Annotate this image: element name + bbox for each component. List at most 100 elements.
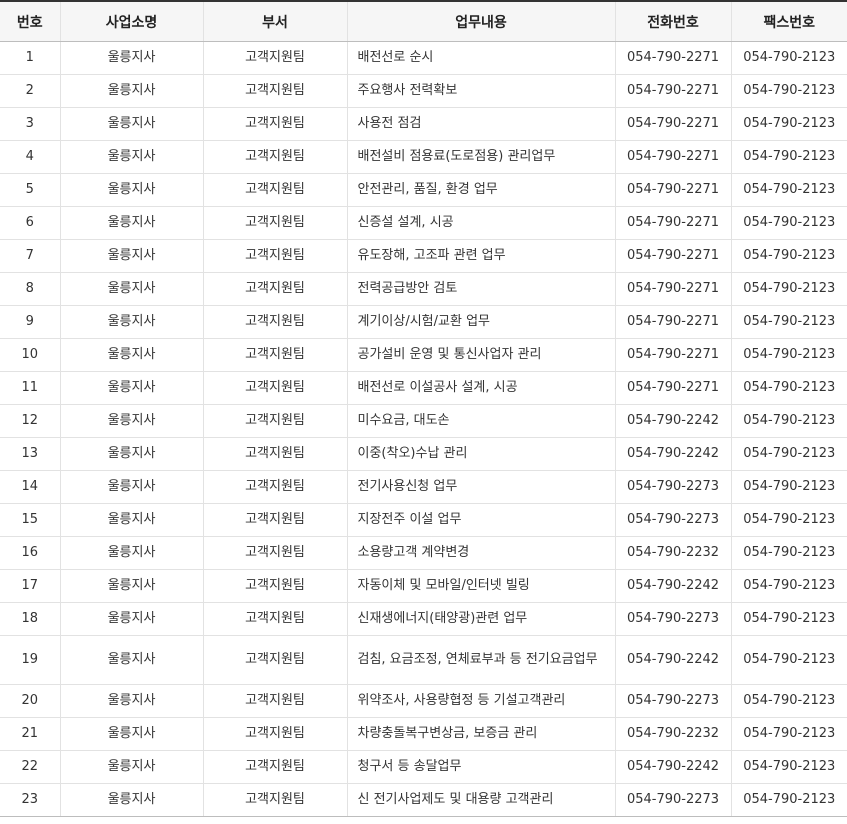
cell-department: 고객지원팀 [202, 404, 347, 438]
table-row: 6 울릉지사 고객지원팀 신증설 설계, 시공 054-790-2271 054-790-… [0, 206, 847, 240]
cell-work: 배전선로 이설공사 설계, 시공 [346, 371, 615, 405]
cell-number: 21 [0, 717, 60, 751]
header-office: 사업소명 [59, 1, 203, 42]
cell-work: 이중(착오)수납 관리 [346, 437, 615, 471]
cell-fax: 054-790-2123 [730, 107, 847, 141]
cell-number: 12 [0, 404, 60, 438]
cell-work: 사용전 점검 [346, 107, 615, 141]
cell-department: 고객지원팀 [202, 173, 347, 207]
cell-office: 울릉지사 [59, 503, 203, 537]
cell-department: 고객지원팀 [202, 305, 347, 339]
cell-work: 지장전주 이설 업무 [346, 503, 615, 537]
table-row: 3 울릉지사 고객지원팀 사용전 점검 054-790-2271 054-790-2123 [0, 107, 847, 141]
table-row: 23 울릉지사 고객지원팀 신 전기사업제도 및 대용량 고객관리 054-790-22… [0, 783, 847, 817]
table-row: 20 울릉지사 고객지원팀 위약조사, 사용량협정 등 기설고객관리 054-790-2… [0, 684, 847, 718]
cell-department: 고객지원팀 [202, 717, 347, 751]
cell-number: 10 [0, 338, 60, 372]
cell-fax: 054-790-2123 [730, 602, 847, 636]
cell-number: 22 [0, 750, 60, 784]
cell-office: 울릉지사 [59, 750, 203, 784]
cell-number: 8 [0, 272, 60, 306]
cell-department: 고객지원팀 [202, 536, 347, 570]
cell-office: 울릉지사 [59, 371, 203, 405]
cell-office: 울릉지사 [59, 684, 203, 718]
cell-fax: 054-790-2123 [730, 404, 847, 438]
cell-office: 울릉지사 [59, 206, 203, 240]
cell-number: 19 [0, 635, 60, 685]
cell-office: 울릉지사 [59, 41, 203, 75]
cell-department: 고객지원팀 [202, 602, 347, 636]
cell-fax: 054-790-2123 [730, 272, 847, 306]
cell-office: 울릉지사 [59, 74, 203, 108]
contact-table: 번호 사업소명 부서 업무내용 전화번호 팩스번호 1 울릉지사 고객지원팀 배전선로… [0, 0, 847, 817]
cell-phone: 054-790-2271 [614, 107, 731, 141]
table-body: 1 울릉지사 고객지원팀 배전선로 순시 054-790-2271 054-790-212… [0, 41, 847, 817]
table-row: 21 울릉지사 고객지원팀 차량충돌복구변상금, 보증금 관리 054-790-2232… [0, 717, 847, 751]
cell-department: 고객지원팀 [202, 569, 347, 603]
cell-office: 울릉지사 [59, 536, 203, 570]
table-row: 14 울릉지사 고객지원팀 전기사용신청 업무 054-790-2273 054-790-… [0, 470, 847, 504]
cell-phone: 054-790-2271 [614, 173, 731, 207]
table-row: 12 울릉지사 고객지원팀 미수요금, 대도손 054-790-2242 054-790-… [0, 404, 847, 438]
cell-number: 4 [0, 140, 60, 174]
cell-phone: 054-790-2242 [614, 750, 731, 784]
table-row: 5 울릉지사 고객지원팀 안전관리, 품질, 환경 업무 054-790-2271 054… [0, 173, 847, 207]
table-row: 7 울릉지사 고객지원팀 유도장해, 고조파 관련 업무 054-790-2271 054… [0, 239, 847, 273]
table-header-row: 번호 사업소명 부서 업무내용 전화번호 팩스번호 [0, 1, 847, 42]
cell-office: 울릉지사 [59, 305, 203, 339]
table-row: 16 울릉지사 고객지원팀 소용량고객 계약변경 054-790-2232 054-790… [0, 536, 847, 570]
table-row: 22 울릉지사 고객지원팀 청구서 등 송달업무 054-790-2242 054-790… [0, 750, 847, 784]
cell-department: 고객지원팀 [202, 684, 347, 718]
cell-fax: 054-790-2123 [730, 536, 847, 570]
cell-phone: 054-790-2232 [614, 536, 731, 570]
cell-office: 울릉지사 [59, 602, 203, 636]
cell-work: 차량충돌복구변상금, 보증금 관리 [346, 717, 615, 751]
cell-work: 배전선로 순시 [346, 41, 615, 75]
cell-number: 11 [0, 371, 60, 405]
cell-department: 고객지원팀 [202, 107, 347, 141]
cell-phone: 054-790-2273 [614, 470, 731, 504]
cell-phone: 054-790-2273 [614, 602, 731, 636]
cell-fax: 054-790-2123 [730, 783, 847, 817]
cell-department: 고객지원팀 [202, 74, 347, 108]
table-row: 17 울릉지사 고객지원팀 자동이체 및 모바일/인터넷 빌링 054-790-2242… [0, 569, 847, 603]
cell-fax: 054-790-2123 [730, 41, 847, 75]
table-row: 18 울릉지사 고객지원팀 신재생에너지(태양광)관련 업무 054-790-2273 0… [0, 602, 847, 636]
cell-fax: 054-790-2123 [730, 140, 847, 174]
cell-department: 고객지원팀 [202, 338, 347, 372]
table-row: 10 울릉지사 고객지원팀 공가설비 운영 및 통신사업자 관리 054-790-227… [0, 338, 847, 372]
cell-work: 유도장해, 고조파 관련 업무 [346, 239, 615, 273]
cell-phone: 054-790-2242 [614, 437, 731, 471]
cell-work: 위약조사, 사용량협정 등 기설고객관리 [346, 684, 615, 718]
cell-office: 울릉지사 [59, 635, 203, 685]
cell-office: 울릉지사 [59, 783, 203, 817]
cell-fax: 054-790-2123 [730, 437, 847, 471]
cell-work: 배전설비 점용료(도로점용) 관리업무 [346, 140, 615, 174]
cell-phone: 054-790-2271 [614, 206, 731, 240]
cell-fax: 054-790-2123 [730, 635, 847, 685]
cell-number: 7 [0, 239, 60, 273]
table-row: 4 울릉지사 고객지원팀 배전설비 점용료(도로점용) 관리업무 054-790-227… [0, 140, 847, 174]
cell-department: 고객지원팀 [202, 635, 347, 685]
cell-office: 울릉지사 [59, 437, 203, 471]
cell-office: 울릉지사 [59, 717, 203, 751]
cell-office: 울릉지사 [59, 404, 203, 438]
cell-department: 고객지원팀 [202, 470, 347, 504]
cell-fax: 054-790-2123 [730, 74, 847, 108]
table-row: 9 울릉지사 고객지원팀 계기이상/시험/교환 업무 054-790-2271 054-7… [0, 305, 847, 339]
cell-number: 5 [0, 173, 60, 207]
cell-fax: 054-790-2123 [730, 750, 847, 784]
cell-fax: 054-790-2123 [730, 569, 847, 603]
cell-work: 청구서 등 송달업무 [346, 750, 615, 784]
cell-work: 자동이체 및 모바일/인터넷 빌링 [346, 569, 615, 603]
cell-office: 울릉지사 [59, 239, 203, 273]
header-department: 부서 [202, 1, 347, 42]
cell-office: 울릉지사 [59, 173, 203, 207]
table-row: 13 울릉지사 고객지원팀 이중(착오)수납 관리 054-790-2242 054-79… [0, 437, 847, 471]
header-phone: 전화번호 [614, 1, 731, 42]
cell-phone: 054-790-2271 [614, 305, 731, 339]
cell-phone: 054-790-2271 [614, 239, 731, 273]
table-row: 2 울릉지사 고객지원팀 주요행사 전력확보 054-790-2271 054-790-2… [0, 74, 847, 108]
cell-work: 전기사용신청 업무 [346, 470, 615, 504]
cell-fax: 054-790-2123 [730, 305, 847, 339]
